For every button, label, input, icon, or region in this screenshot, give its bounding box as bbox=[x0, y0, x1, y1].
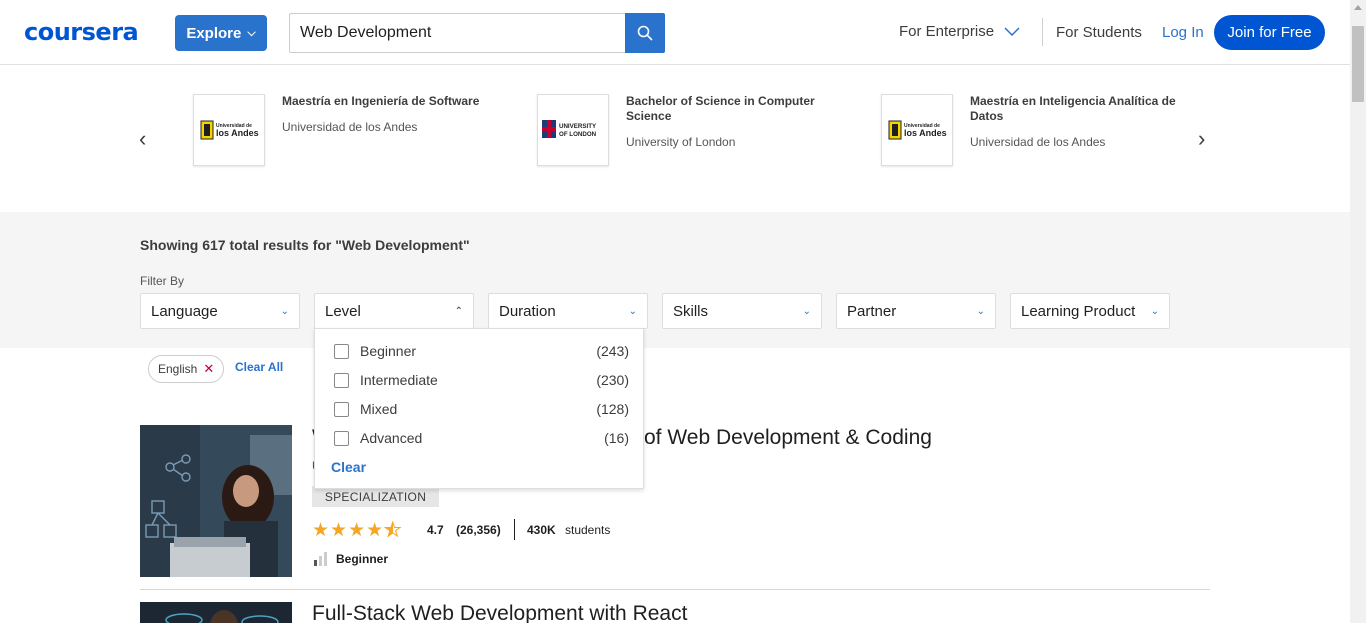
level-option-count: (243) bbox=[596, 343, 629, 359]
degree-partner: University of London bbox=[626, 135, 736, 149]
filter-skills-dropdown[interactable]: Skills ⌄ bbox=[662, 293, 822, 329]
level-option-label: Intermediate bbox=[360, 372, 438, 388]
students-count: 430K bbox=[527, 523, 556, 537]
level-option-advanced[interactable]: Advanced (16) bbox=[334, 427, 629, 449]
carousel-next-icon[interactable]: › bbox=[1198, 126, 1205, 152]
coursera-logo[interactable]: coursera bbox=[24, 18, 139, 46]
checkbox[interactable] bbox=[334, 372, 349, 388]
degree-card[interactable]: UNIVERSITY OF LONDON Bachelor of Science… bbox=[537, 94, 837, 166]
level-option-count: (16) bbox=[604, 430, 629, 446]
chevron-down-icon: ⌄ bbox=[280, 305, 289, 317]
checkbox[interactable] bbox=[334, 430, 349, 446]
chevron-down-icon bbox=[1004, 27, 1020, 36]
course-thumbnail[interactable] bbox=[140, 602, 292, 623]
search-input[interactable] bbox=[289, 13, 625, 53]
level-option-label: Beginner bbox=[360, 343, 417, 359]
degree-title: Maestría en Inteligencia Analítica de Da… bbox=[970, 94, 1176, 123]
rating-stars: ★★★★★ bbox=[312, 519, 402, 542]
svg-text:OF LONDON: OF LONDON bbox=[559, 131, 597, 138]
rating-divider bbox=[514, 519, 515, 540]
scrollbar-thumb[interactable] bbox=[1352, 26, 1364, 102]
chevron-down-icon: ⌄ bbox=[802, 305, 811, 317]
degree-title: Bachelor of Science in Computer Science bbox=[626, 94, 815, 123]
filter-learning-product-dropdown[interactable]: Learning Product ⌄ bbox=[1010, 293, 1170, 329]
chevron-up-icon: ⌃ bbox=[454, 305, 463, 317]
chevron-down-icon: ⌵ bbox=[247, 26, 256, 39]
login-link[interactable]: Log In bbox=[1162, 24, 1204, 41]
close-icon[interactable]: ✕ bbox=[203, 361, 214, 377]
filter-duration-label: Duration bbox=[499, 302, 556, 320]
rating-count: (26,356) bbox=[456, 523, 501, 537]
carousel-prev-icon[interactable]: ‹ bbox=[139, 126, 146, 152]
course-level: Beginner bbox=[336, 552, 389, 566]
results-summary: Showing 617 total results for "Web Devel… bbox=[140, 237, 470, 253]
top-header: coursera Explore ⌵ For Enterprise For St… bbox=[0, 0, 1350, 65]
chevron-down-icon: ⌄ bbox=[1150, 305, 1159, 317]
filter-partner-dropdown[interactable]: Partner ⌄ bbox=[836, 293, 996, 329]
star-half-icon: ★ bbox=[384, 520, 403, 542]
explore-label: Explore bbox=[186, 24, 242, 42]
difficulty-bars-icon bbox=[314, 552, 327, 566]
nav-for-enterprise[interactable]: For Enterprise bbox=[899, 23, 1020, 40]
level-clear-link[interactable]: Clear bbox=[331, 459, 366, 475]
students-label: students bbox=[565, 523, 611, 537]
star-icon: ★ bbox=[330, 520, 349, 541]
star-icon: ★ bbox=[348, 520, 367, 541]
level-option-count: (230) bbox=[596, 372, 629, 388]
university-logo-text: los Andes bbox=[216, 128, 259, 138]
search-icon bbox=[637, 25, 653, 41]
star-icon: ★ bbox=[312, 520, 331, 541]
checkbox[interactable] bbox=[334, 401, 349, 417]
filter-level-dropdown[interactable]: Level ⌃ bbox=[314, 293, 474, 329]
course-thumbnail[interactable] bbox=[140, 425, 292, 577]
university-logo: UNIVERSITY OF LONDON bbox=[537, 94, 609, 166]
university-logo-text: los Andes bbox=[904, 128, 947, 138]
filter-level-label: Level bbox=[325, 302, 361, 320]
filter-duration-dropdown[interactable]: Duration ⌄ bbox=[488, 293, 648, 329]
clear-all-link[interactable]: Clear All bbox=[235, 360, 283, 374]
filter-chip-english[interactable]: English ✕ bbox=[148, 355, 225, 383]
level-option-label: Advanced bbox=[360, 430, 423, 446]
search-button[interactable] bbox=[625, 13, 665, 53]
level-option-label: Mixed bbox=[360, 401, 398, 417]
scroll-up-arrow-icon[interactable] bbox=[1354, 5, 1362, 10]
university-logo: Universidad de los Andes bbox=[881, 94, 953, 166]
join-for-free-button[interactable]: Join for Free bbox=[1214, 15, 1325, 50]
checkbox[interactable] bbox=[334, 343, 349, 359]
degree-title: Maestría en Ingeniería de Software bbox=[282, 94, 480, 108]
filter-by-label: Filter By bbox=[140, 274, 185, 288]
degree-partner: Universidad de los Andes bbox=[970, 135, 1106, 149]
nav-for-students[interactable]: For Students bbox=[1056, 24, 1142, 41]
star-icon: ★ bbox=[366, 520, 385, 541]
rating-value: 4.7 bbox=[427, 523, 444, 537]
degree-partner: Universidad de los Andes bbox=[282, 120, 418, 134]
level-dropdown-panel: Beginner (243) Intermediate (230) Mixed … bbox=[314, 328, 644, 489]
degree-card[interactable]: Universidad de los Andes Maestría en Ing… bbox=[193, 94, 493, 166]
university-logo: Universidad de los Andes bbox=[193, 94, 265, 166]
svg-text:UNIVERSITY: UNIVERSITY bbox=[559, 123, 597, 130]
explore-button[interactable]: Explore ⌵ bbox=[175, 15, 267, 51]
filter-learning-product-label: Learning Product bbox=[1021, 302, 1136, 320]
course-title-suffix[interactable]: of Web Development & Coding bbox=[644, 426, 932, 450]
level-option-beginner[interactable]: Beginner (243) bbox=[334, 340, 629, 362]
filter-partner-label: Partner bbox=[847, 302, 897, 320]
level-option-intermediate[interactable]: Intermediate (230) bbox=[334, 369, 629, 391]
degree-card[interactable]: Universidad de los Andes Maestría en Int… bbox=[881, 94, 1181, 166]
nav-enterprise-label: For Enterprise bbox=[899, 23, 995, 40]
chevron-down-icon: ⌄ bbox=[628, 305, 637, 317]
course-type-badge: SPECIALIZATION bbox=[312, 486, 439, 507]
course-title[interactable]: Full-Stack Web Development with React bbox=[312, 602, 687, 623]
filter-skills-label: Skills bbox=[673, 302, 709, 320]
filter-language-dropdown[interactable]: Language ⌄ bbox=[140, 293, 300, 329]
filter-language-label: Language bbox=[151, 302, 218, 320]
level-option-mixed[interactable]: Mixed (128) bbox=[334, 398, 629, 420]
level-option-count: (128) bbox=[596, 401, 629, 417]
chevron-down-icon: ⌄ bbox=[976, 305, 985, 317]
chip-label: English bbox=[158, 362, 198, 376]
results-divider bbox=[140, 589, 1210, 590]
nav-divider bbox=[1042, 18, 1043, 46]
